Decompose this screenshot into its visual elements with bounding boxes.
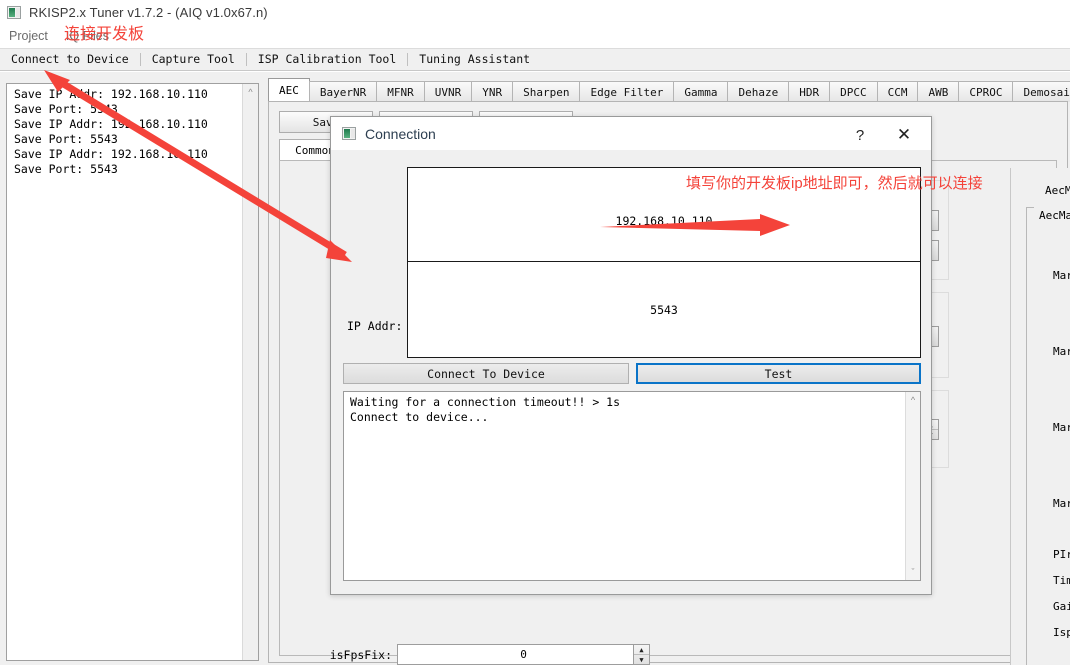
tree-item-mar-4[interactable]: Mar — [1053, 497, 1070, 510]
tab-dehaze[interactable]: Dehaze — [727, 81, 790, 102]
tree-item-mar-3[interactable]: Mar — [1053, 421, 1070, 434]
log-text: Save IP Addr: 192.168.10.110 Save Port: … — [14, 87, 208, 176]
toolbar-tab-connect-to-device[interactable]: Connect to Device — [0, 49, 140, 70]
window-titlebar: RKISP2.x Tuner v1.7.2 - (AIQ v1.0x67.n) — [0, 0, 1070, 24]
annotation-ip-note: 填写你的开发板ip地址即可，然后就可以连接 — [686, 175, 983, 192]
window-title: RKISP2.x Tuner v1.7.2 - (AIQ v1.0x67.n) — [29, 4, 268, 20]
tab-sharpen[interactable]: Sharpen — [512, 81, 581, 102]
tab-edge-filter[interactable]: Edge Filter — [579, 81, 675, 102]
toolbar-tab-tuning-assistant[interactable]: Tuning Assistant — [408, 49, 541, 70]
tab-mfnr[interactable]: MFNR — [376, 81, 425, 102]
tab-ccm[interactable]: CCM — [876, 81, 919, 102]
spin-buttons[interactable]: ▲ ▼ — [633, 645, 649, 664]
tab-awb[interactable]: AWB — [917, 81, 960, 102]
dialog-console-text: Waiting for a connection timeout!! > 1s … — [350, 395, 621, 424]
parameter-tree-panel: AecMo AecMa Mar Mar Mar Mar PIr Tim Gai … — [1010, 168, 1070, 665]
isfpsfix-stepper[interactable]: 0 ▲ ▼ — [397, 644, 650, 665]
scroll-down-icon[interactable]: ˇ — [906, 565, 920, 579]
app-image-icon — [342, 127, 356, 140]
help-icon[interactable]: ? — [845, 124, 875, 146]
label-isfpsfix: isFpsFix: — [329, 648, 392, 662]
scroll-up-icon[interactable]: ^ — [243, 84, 258, 99]
test-button[interactable]: Test — [636, 363, 921, 384]
label-ip-addr: IP Addr: — [347, 319, 403, 333]
application-window: RKISP2.x Tuner v1.7.2 - (AIQ v1.0x67.n) … — [0, 0, 1070, 665]
log-panel: Save IP Addr: 192.168.10.110 Save Port: … — [6, 83, 259, 661]
toolbar-tab-isp-calibration-tool[interactable]: ISP Calibration Tool — [247, 49, 407, 70]
tree-spine-elbow — [1026, 207, 1034, 208]
spin-up-icon[interactable]: ▲ — [634, 645, 649, 655]
toolbar-tab-capture-tool[interactable]: Capture Tool — [141, 49, 246, 70]
dialog-title: Connection — [365, 125, 436, 142]
tree-item-mar-1[interactable]: Mar — [1053, 269, 1070, 282]
app-image-icon — [7, 5, 21, 19]
dialog-console: Waiting for a connection timeout!! > 1s … — [343, 391, 921, 581]
module-tabstrip: AEC BayerNR MFNR UVNR YNR Sharpen Edge F… — [268, 78, 1070, 102]
tree-item-tim[interactable]: Tim — [1053, 574, 1070, 587]
close-icon[interactable]: ✕ — [887, 124, 921, 146]
connect-to-device-button[interactable]: Connect To Device — [343, 363, 629, 384]
spin-down-icon[interactable]: ▼ — [634, 655, 649, 664]
tree-item-pir[interactable]: PIr — [1053, 548, 1070, 561]
tab-ynr[interactable]: YNR — [471, 81, 514, 102]
tree-spine — [1026, 207, 1027, 665]
scroll-up-icon[interactable]: ^ — [906, 393, 920, 407]
dialog-titlebar: Connection ? ✕ — [331, 117, 931, 150]
log-scrollbar[interactable]: ^ — [242, 84, 258, 660]
tree-item-aecma[interactable]: AecMa — [1039, 209, 1070, 222]
tab-aec[interactable]: AEC — [268, 78, 310, 102]
toolbar-tabbar: Connect to Device Capture Tool ISP Calib… — [0, 48, 1070, 71]
ip-addr-value: 192.168.10.110 — [615, 213, 713, 228]
annotation-top-note: 连接开发板 — [64, 26, 145, 43]
tab-gamma[interactable]: Gamma — [673, 81, 729, 102]
tab-hdr[interactable]: HDR — [788, 81, 831, 102]
dialog-console-scrollbar[interactable]: ^ ˇ — [905, 392, 920, 580]
isfpsfix-value: 0 — [520, 648, 527, 661]
tab-demosaic[interactable]: Demosaic — [1012, 81, 1070, 102]
tab-uvnr[interactable]: UVNR — [423, 81, 473, 102]
panel-splitter[interactable] — [261, 83, 266, 661]
tree-item-gai[interactable]: Gai — [1053, 600, 1070, 613]
menubar: Project IQ Files — [0, 24, 1070, 48]
tab-dpcc[interactable]: DPCC — [829, 81, 878, 102]
tree-item-isp[interactable]: Isp — [1053, 626, 1070, 639]
tree-item-mar-2[interactable]: Mar — [1053, 345, 1070, 358]
port-input[interactable]: 5543 — [407, 261, 921, 358]
port-value: 5543 — [650, 302, 678, 317]
tab-cproc[interactable]: CPROC — [958, 81, 1014, 102]
tree-item-aecmo[interactable]: AecMo — [1045, 184, 1070, 197]
menu-item-project[interactable]: Project — [0, 29, 57, 43]
tab-bayernr[interactable]: BayerNR — [308, 81, 378, 102]
